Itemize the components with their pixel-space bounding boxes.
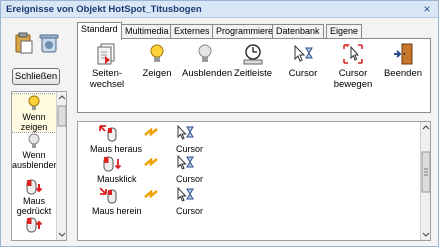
action-cursor[interactable]: Cursor (280, 42, 326, 79)
action-beenden[interactable]: Beenden (380, 42, 426, 79)
cursor-icon (294, 44, 313, 62)
list-item[interactable]: Wenn zeigen (12, 93, 57, 133)
close-icon[interactable]: × (420, 2, 434, 16)
action-cursor-bewegen[interactable]: Cursor bewegen (330, 42, 376, 90)
tab-eigene[interactable]: Eigene (326, 24, 363, 39)
timeline-icon (243, 44, 263, 65)
action-panel: Seiten- wechsel Zeigen Ausblenden Zeitle… (77, 38, 431, 113)
action-label: Seiten- wechsel (89, 68, 125, 90)
events-window: Ereignisse von Objekt HotSpot_Titusbogen… (0, 0, 439, 247)
tab-standard[interactable]: Standard (77, 22, 122, 40)
action-seitenwechsel[interactable]: Seiten- wechsel (84, 42, 130, 90)
action-label: Beenden (383, 68, 423, 79)
action-label: Ausblenden (182, 68, 233, 79)
list-item[interactable] (12, 216, 56, 234)
tab-externes[interactable]: Externes (170, 24, 214, 39)
page-change-icon (97, 43, 115, 65)
event-list: Wenn zeigen Wenn ausblenden Maus gedrück… (11, 91, 67, 241)
event-caption: Maus heraus (90, 144, 143, 154)
action-label: Cursor bewegen (333, 68, 373, 90)
cursor-icon (177, 155, 194, 170)
action-caption: Cursor (176, 206, 204, 216)
action-ausblenden[interactable]: Ausblenden (182, 42, 232, 79)
tab-multimedia[interactable]: Multimedia (121, 24, 173, 39)
paste-icon[interactable] (14, 32, 34, 54)
action-zeitleiste[interactable]: Zeitleiste (230, 42, 276, 79)
action-zeigen[interactable]: Zeigen (134, 42, 180, 79)
action-caption: Cursor (176, 144, 204, 154)
trash-icon[interactable] (39, 32, 59, 54)
mouse-out-icon (99, 125, 117, 142)
mouse-click-icon (103, 156, 122, 172)
event-caption: Mausklick (97, 174, 137, 184)
assignment-area: Maus heraus Cursor Mausklick Cursor Maus… (77, 121, 431, 241)
tab-datenbank[interactable]: Datenbank (272, 24, 324, 39)
lightbulb-on-icon (150, 44, 164, 62)
lightbulb-off-icon (198, 44, 212, 62)
schliessen-button[interactable]: Schließen (12, 68, 60, 85)
mouse-down-icon (26, 179, 43, 195)
mouse-in-icon (99, 187, 117, 204)
arrow-bolt-icon (144, 127, 158, 137)
action-label: Zeitleiste (233, 68, 272, 79)
cursor-icon (177, 187, 194, 202)
event-label: Maus gedrückt (16, 196, 52, 216)
event-caption: Maus herein (92, 206, 142, 216)
lightbulb-off-icon (28, 133, 40, 148)
cursor-move-icon (343, 44, 363, 64)
arrow-bolt-icon (144, 189, 158, 199)
lightbulb-on-icon (28, 95, 40, 110)
action-label: Zeigen (142, 68, 172, 79)
event-label: Wenn zeigen (20, 112, 48, 132)
arrow-bolt-icon (144, 157, 158, 167)
list-item[interactable]: Wenn ausblenden (12, 132, 59, 170)
window-title: Ereignisse von Objekt HotSpot_Titusbogen (6, 4, 202, 15)
exit-door-icon (394, 43, 413, 65)
assignment-scrollbar[interactable] (420, 122, 431, 240)
list-item[interactable]: Maus gedrückt (12, 178, 56, 216)
mouse-up-icon (26, 217, 43, 233)
cursor-icon (177, 125, 194, 140)
action-caption: Cursor (176, 174, 204, 184)
action-label: Cursor (288, 68, 318, 79)
title-bar: Ereignisse von Objekt HotSpot_Titusbogen… (1, 1, 438, 18)
event-label: Wenn ausblenden (12, 150, 59, 170)
event-list-scrollbar[interactable] (56, 92, 66, 240)
